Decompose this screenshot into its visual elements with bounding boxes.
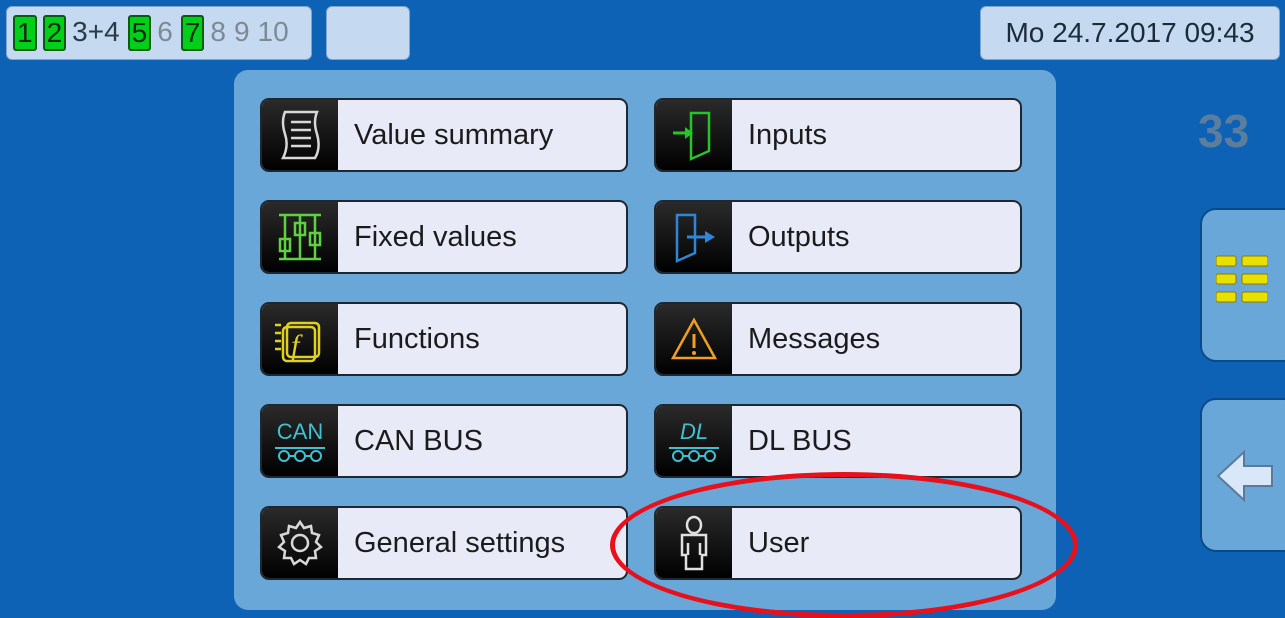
input-door-icon <box>656 100 732 170</box>
page-2[interactable]: 2 <box>42 15 67 51</box>
fixed-values-button[interactable]: Fixed values <box>260 200 628 274</box>
can-bus-icon: CAN <box>262 406 338 476</box>
back-arrow-icon <box>1214 448 1274 509</box>
page-8[interactable]: 8 <box>210 15 226 51</box>
back-button[interactable] <box>1200 398 1285 552</box>
value-summary-label: Value summary <box>354 119 554 151</box>
value-summary-button[interactable]: Value summary <box>260 98 628 172</box>
can-icon-text: CAN <box>276 419 324 444</box>
warning-icon <box>656 304 732 374</box>
empty-tab[interactable] <box>326 6 410 60</box>
dl-bus-label: DL BUS <box>748 425 852 457</box>
menu-button[interactable] <box>1200 208 1285 362</box>
general-settings-button[interactable]: General settings <box>260 506 628 580</box>
can-bus-label: CAN BUS <box>354 425 483 457</box>
page-9[interactable]: 9 <box>234 15 250 51</box>
gear-icon <box>262 508 338 578</box>
functions-label: Functions <box>354 323 480 355</box>
dl-bus-button[interactable]: DL DL BUS <box>654 404 1022 478</box>
page-1[interactable]: 1 <box>13 15 37 51</box>
user-label: User <box>748 527 810 559</box>
user-button[interactable]: User <box>654 506 1022 580</box>
dl-icon-text: DL <box>679 419 709 444</box>
page-6[interactable]: 6 <box>157 15 173 51</box>
function-icon: f <box>262 304 338 374</box>
inputs-label: Inputs <box>748 119 827 151</box>
outputs-button[interactable]: Outputs <box>654 200 1022 274</box>
output-door-icon <box>656 202 732 272</box>
page-selector: 1 2 3+4 5 6 7 8 9 10 <box>6 6 312 60</box>
menu-list-icon <box>1215 254 1269 315</box>
main-menu-panel: Value summary Inputs Fixed values Output… <box>234 70 1056 610</box>
document-icon <box>262 100 338 170</box>
date-time: Mo 24.7.2017 09:43 <box>980 6 1280 60</box>
functions-button[interactable]: f Functions <box>260 302 628 376</box>
screen-number: 33 <box>1198 105 1250 157</box>
page-5[interactable]: 5 <box>127 15 152 51</box>
user-icon <box>656 508 732 578</box>
outputs-label: Outputs <box>748 221 850 253</box>
sliders-icon <box>262 202 338 272</box>
inputs-button[interactable]: Inputs <box>654 98 1022 172</box>
messages-label: Messages <box>748 323 881 355</box>
page-10[interactable]: 10 <box>258 15 289 51</box>
page-3-4[interactable]: 3+4 <box>72 15 120 51</box>
messages-button[interactable]: Messages <box>654 302 1022 376</box>
top-bar: 1 2 3+4 5 6 7 8 9 10 Mo 24.7.2017 09:43 <box>0 0 1285 68</box>
can-bus-button[interactable]: CAN CAN BUS <box>260 404 628 478</box>
fixed-values-label: Fixed values <box>354 221 517 253</box>
page-7[interactable]: 7 <box>180 15 205 51</box>
general-settings-label: General settings <box>354 527 566 559</box>
dl-bus-icon: DL <box>656 406 732 476</box>
